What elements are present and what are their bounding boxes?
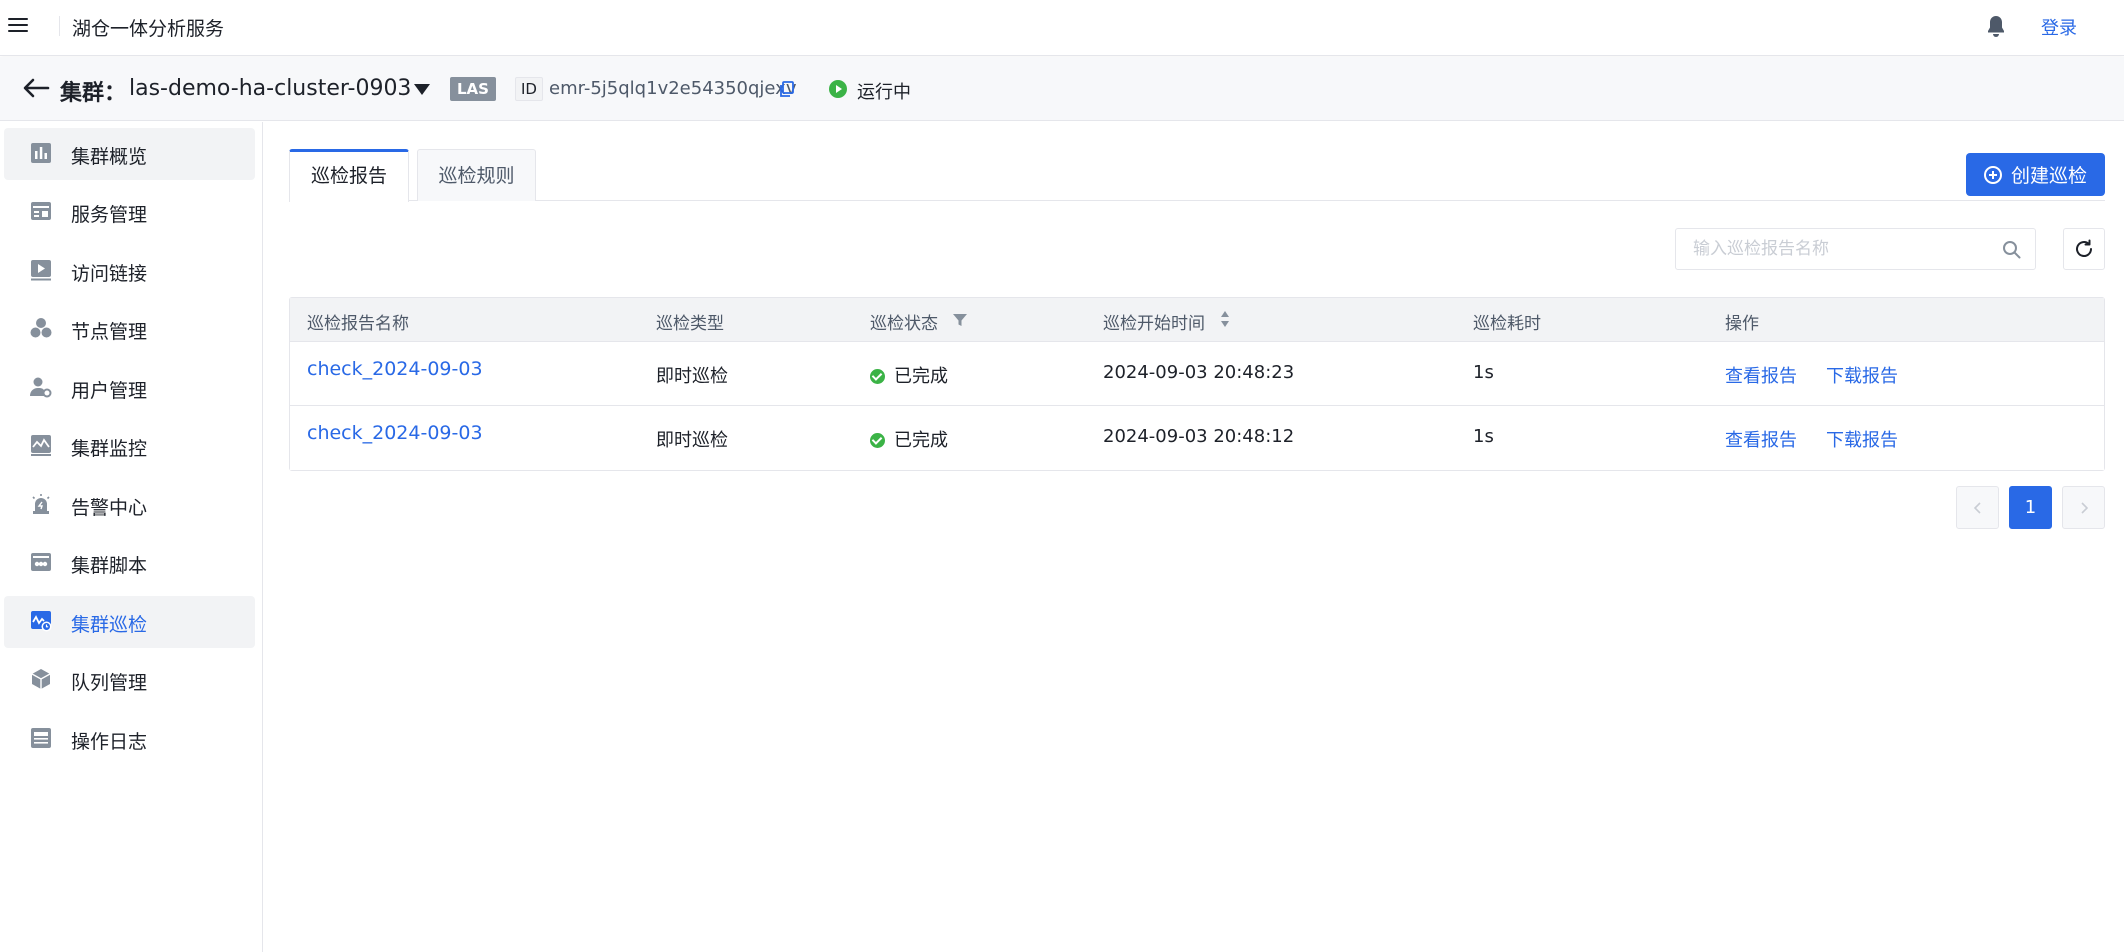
- running-status-icon: [829, 80, 847, 98]
- duration: 1s: [1473, 362, 1494, 383]
- user-settings-icon: [30, 377, 52, 398]
- sidebar-item-label: 集群巡检: [71, 614, 148, 636]
- cluster-dropdown-icon[interactable]: [414, 84, 430, 95]
- nodes-icon: [30, 318, 52, 338]
- refresh-button[interactable]: [2063, 228, 2105, 270]
- column-header-name: 巡检报告名称: [307, 314, 409, 334]
- page-number-button[interactable]: 1: [2009, 486, 2052, 529]
- sidebar-item-label: 集群监控: [71, 438, 148, 460]
- bell-icon[interactable]: [1985, 14, 2007, 38]
- sidebar-item-access-links[interactable]: 访问链接: [4, 245, 255, 297]
- report-name-link[interactable]: check_2024-09-03: [307, 422, 483, 444]
- log-icon: [31, 728, 51, 748]
- service-grid-icon: [31, 202, 51, 220]
- create-inspection-label: 创建巡检: [2010, 165, 2087, 187]
- sidebar-item-label: 集群概览: [71, 146, 148, 168]
- back-arrow-icon[interactable]: [22, 77, 50, 99]
- sidebar-item-logs[interactable]: 操作日志: [4, 713, 255, 765]
- sidebar-item-label: 集群脚本: [71, 555, 148, 577]
- cluster-label: 集群：: [60, 81, 127, 106]
- next-page-button[interactable]: [2062, 486, 2105, 529]
- inspection-status: 已完成: [870, 426, 948, 452]
- alarm-light-icon: [32, 494, 50, 514]
- sidebar-item-monitoring[interactable]: 集群监控: [4, 420, 255, 472]
- cluster-name: las-demo-ha-cluster-0903: [129, 76, 412, 101]
- sidebar-item-scripts[interactable]: 集群脚本: [4, 537, 255, 589]
- column-header-status: 巡检状态: [870, 314, 938, 334]
- inspection-type: 即时巡检: [656, 366, 728, 387]
- sidebar-item-inspection[interactable]: 集群巡检: [4, 596, 255, 648]
- cluster-header: 集群： las-demo-ha-cluster-0903 LAS ID emr-…: [0, 57, 2124, 121]
- sidebar-item-alarms[interactable]: 告警中心: [4, 479, 255, 531]
- duration: 1s: [1473, 426, 1494, 447]
- sidebar-item-overview[interactable]: 集群概览: [4, 128, 255, 180]
- id-tag: ID: [515, 77, 543, 101]
- sidebar-item-users[interactable]: 用户管理: [4, 362, 255, 414]
- prev-page-button[interactable]: [1956, 486, 1999, 529]
- success-check-icon: [870, 433, 885, 448]
- column-header-duration: 巡检耗时: [1473, 314, 1541, 334]
- sidebar-item-label: 节点管理: [71, 321, 148, 343]
- search-box: [1675, 228, 2036, 270]
- status-text: 已完成: [894, 430, 948, 451]
- top-divider: [59, 16, 60, 36]
- plus-circle-icon: [1983, 165, 2002, 184]
- bar-chart-icon: [31, 143, 51, 163]
- filter-icon[interactable]: [952, 312, 968, 328]
- monitor-chart-icon: [31, 435, 51, 456]
- sidebar-item-services[interactable]: 服务管理: [4, 186, 255, 238]
- login-link[interactable]: 登录: [2041, 14, 2077, 40]
- sidebar-item-label: 操作日志: [71, 731, 148, 753]
- search-icon[interactable]: [2002, 240, 2021, 259]
- start-time: 2024-09-03 20:48:12: [1103, 426, 1295, 447]
- search-input[interactable]: [1676, 229, 1986, 269]
- inspection-report-table: 巡检报告名称 巡检类型 巡检状态 巡检开始时间 巡检耗时 操作 check_20…: [289, 297, 2105, 471]
- cluster-status: 运行中: [857, 82, 911, 103]
- table-row: check_2024-09-03 即时巡检 已完成 2024-09-03 20:…: [290, 342, 2104, 406]
- table-row: check_2024-09-03 即时巡检 已完成 2024-09-03 20:…: [290, 406, 2104, 470]
- chevron-right-icon: [2081, 502, 2089, 514]
- sidebar: 集群概览 服务管理 访问链接 节点管理 用户管理 集群监控 告警中心 集群脚本 …: [0, 122, 263, 952]
- sidebar-item-label: 访问链接: [71, 263, 148, 285]
- table-header: 巡检报告名称 巡检类型 巡检状态 巡检开始时间 巡检耗时 操作: [290, 298, 2104, 342]
- top-bar: 湖仓一体分析服务 登录: [0, 0, 2124, 56]
- tab-bar: 巡检报告 巡检规则: [289, 149, 2105, 202]
- refresh-icon: [2076, 239, 2092, 257]
- copy-icon[interactable]: [778, 81, 794, 98]
- cluster-id: emr-5j5qlq1v2e54350qjexv: [549, 78, 797, 99]
- view-report-link[interactable]: 查看报告: [1725, 426, 1797, 452]
- download-report-link[interactable]: 下载报告: [1826, 362, 1898, 388]
- link-play-icon: [31, 260, 51, 281]
- queue-cube-icon: [31, 669, 51, 689]
- column-header-type: 巡检类型: [656, 314, 724, 334]
- tab-inspection-reports[interactable]: 巡检报告: [289, 149, 409, 202]
- cluster-type-tag: LAS: [450, 77, 496, 101]
- view-report-link[interactable]: 查看报告: [1725, 362, 1797, 388]
- sidebar-item-label: 服务管理: [71, 204, 148, 226]
- sidebar-item-label: 告警中心: [71, 497, 148, 519]
- create-inspection-button[interactable]: 创建巡检: [1966, 153, 2105, 196]
- inspection-type: 即时巡检: [656, 430, 728, 451]
- sort-icon[interactable]: [1219, 309, 1231, 329]
- sidebar-item-nodes[interactable]: 节点管理: [4, 303, 255, 355]
- success-check-icon: [870, 369, 885, 384]
- script-icon: [31, 553, 51, 571]
- sidebar-item-label: 用户管理: [71, 380, 148, 402]
- download-report-link[interactable]: 下载报告: [1826, 426, 1898, 452]
- column-header-actions: 操作: [1725, 314, 1759, 334]
- report-name-link[interactable]: check_2024-09-03: [307, 358, 483, 380]
- menu-icon[interactable]: [8, 14, 28, 36]
- inspection-icon: [31, 611, 52, 632]
- status-text: 已完成: [894, 366, 948, 387]
- chevron-left-icon: [1973, 502, 1981, 514]
- column-header-start-time: 巡检开始时间: [1103, 314, 1205, 334]
- tab-inspection-rules[interactable]: 巡检规则: [417, 149, 536, 201]
- inspection-status: 已完成: [870, 362, 948, 388]
- app-title: 湖仓一体分析服务: [72, 18, 225, 40]
- sidebar-item-label: 队列管理: [71, 672, 148, 694]
- sidebar-item-queues[interactable]: 队列管理: [4, 654, 255, 706]
- start-time: 2024-09-03 20:48:23: [1103, 362, 1295, 383]
